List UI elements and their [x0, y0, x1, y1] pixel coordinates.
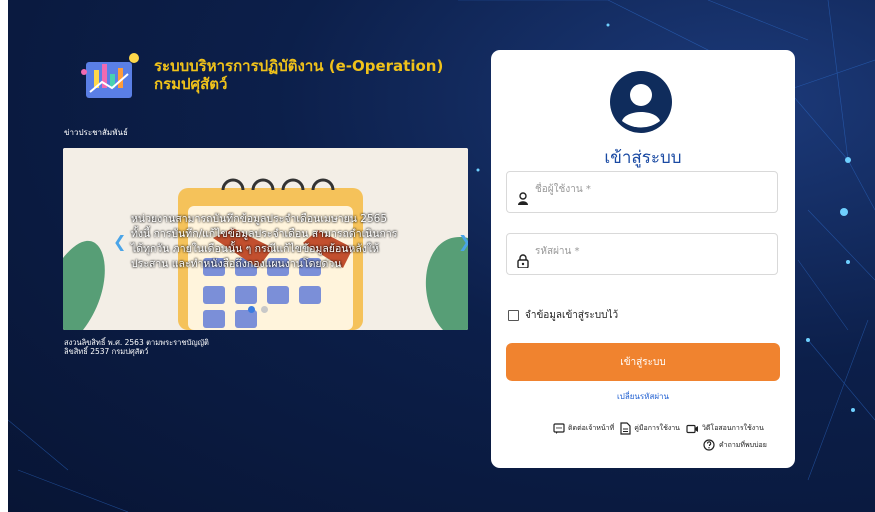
- copyright-line2: ลิขสิทธิ์ 2537 กรมปศุสัตว์: [64, 347, 149, 356]
- login-page: ระบบบริหารการปฏิบัติงาน (e-Operation) กร…: [8, 0, 875, 512]
- brand-title: ระบบบริหารการปฏิบัติงาน (e-Operation): [154, 57, 444, 75]
- user-icon: [518, 192, 528, 205]
- contact-staff-label: ติดต่อเจ้าหน้าที่: [568, 424, 615, 432]
- carousel-dot[interactable]: [248, 306, 255, 313]
- video-icon: [686, 424, 698, 433]
- copyright-line1: สงวนลิขสิทธิ์ พ.ศ. 2563 ตามพระราชบัญญัติ: [64, 338, 209, 347]
- brand-header: ระบบบริหารการปฏิบัติงาน (e-Operation) กร…: [80, 48, 443, 102]
- department-logo: [81, 53, 139, 98]
- lock-icon: [517, 254, 529, 268]
- carousel-dot[interactable]: [261, 306, 268, 313]
- change-password-link[interactable]: เปลี่ยนรหัสผ่าน: [491, 390, 795, 403]
- user-manual-link[interactable]: คู่มือการใช้งาน: [620, 422, 680, 435]
- question-icon: [703, 439, 715, 451]
- news-slide-text: หน่วยงานสามารถบันทึกข้อมูลประจำเดือนเมษา…: [131, 213, 398, 270]
- remember-label: จำข้อมูลเข้าสู่ระบบไว้: [525, 310, 619, 321]
- news-carousel[interactable]: หน่วยงานสามารถบันทึกข้อมูลประจำเดือนเมษา…: [63, 148, 468, 330]
- news-label: ข่าวประชาสัมพันธ์: [64, 128, 128, 137]
- user-manual-label: คู่มือการใช้งาน: [634, 424, 680, 432]
- help-links: ติดต่อเจ้าหน้าที่ คู่มือการใช้งาน วิดีโอ…: [553, 422, 767, 435]
- login-card: เข้าสู่ระบบ จำข้อมูลเข้าสู่ระบบไว้ เข้าส…: [491, 50, 795, 468]
- username-input[interactable]: [533, 178, 772, 200]
- faq-link[interactable]: คำถามที่พบบ่อย: [703, 439, 767, 451]
- document-icon: [620, 422, 631, 435]
- login-button[interactable]: เข้าสู่ระบบ: [506, 343, 780, 381]
- username-field[interactable]: [506, 171, 778, 213]
- user-avatar-icon: [610, 71, 672, 133]
- password-field[interactable]: [506, 233, 778, 275]
- chat-icon: [553, 422, 565, 434]
- copyright: สงวนลิขสิทธิ์ พ.ศ. 2563 ตามพระราชบัญญัติ…: [64, 338, 209, 356]
- remember-me[interactable]: จำข้อมูลเข้าสู่ระบบไว้: [508, 308, 618, 323]
- faq-label: คำถามที่พบบ่อย: [719, 440, 767, 449]
- carousel-indicators: [248, 306, 268, 313]
- contact-staff-link[interactable]: ติดต่อเจ้าหน้าที่: [553, 422, 615, 435]
- password-input[interactable]: [533, 240, 772, 262]
- checkbox-icon[interactable]: [508, 310, 519, 321]
- tutorial-video-label: วิดีโอสอนการใช้งาน: [701, 424, 764, 432]
- login-title: เข้าสู่ระบบ: [604, 148, 682, 168]
- chevron-left-icon[interactable]: ❮: [113, 232, 126, 251]
- chevron-right-icon[interactable]: ❯: [458, 232, 468, 251]
- brand-subtitle: กรมปศุสัตว์: [154, 75, 228, 93]
- tutorial-video-link[interactable]: วิดีโอสอนการใช้งาน: [686, 423, 764, 434]
